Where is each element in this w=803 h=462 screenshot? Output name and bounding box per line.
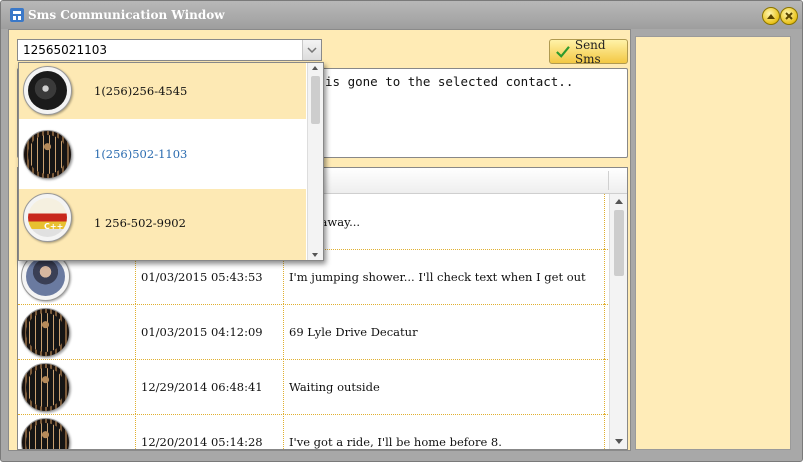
list-item[interactable]: 1(256)502-1103 — [19, 119, 306, 189]
chevron-up-icon — [767, 14, 775, 19]
piano-keys-avatar — [21, 308, 70, 357]
message-cell: mins away... — [284, 194, 605, 249]
grid-scrollbar[interactable] — [609, 194, 627, 449]
date-cell: 12/20/2014 05:14:28 — [136, 414, 284, 449]
date-cell: 01/03/2015 04:12:09 — [136, 304, 284, 359]
avatar-cell — [18, 304, 136, 359]
close-icon — [785, 12, 793, 20]
contact-number: 1(256)256-4545 — [94, 84, 188, 98]
table-row[interactable]: 12/29/2014 06:48:41 Waiting outside — [18, 359, 608, 415]
message-date: 12/20/2014 05:14:28 — [141, 435, 263, 449]
message-body: Waiting outside — [289, 380, 380, 394]
recipient-input[interactable]: 12565021103 — [23, 43, 107, 57]
date-cell: 12/29/2014 06:48:41 — [136, 359, 284, 414]
dropdown-scrollbar[interactable] — [307, 63, 323, 260]
message-body: 69 Lyle Drive Decatur — [289, 325, 418, 339]
message-cell: I'm jumping shower... I'll check text wh… — [284, 249, 605, 304]
message-date: 01/03/2015 04:12:09 — [141, 325, 263, 339]
send-sms-label: Send Sms — [574, 37, 606, 66]
title-bar[interactable]: Sms Communication Window — [1, 1, 802, 29]
cpp-book-text: C++ — [44, 222, 64, 231]
recipient-combobox[interactable]: 12565021103 — [17, 39, 322, 61]
send-sms-button[interactable]: Send Sms — [549, 37, 628, 66]
minimize-button[interactable] — [762, 7, 780, 25]
contact-number: 1(256)502-1103 — [94, 147, 188, 161]
message-body: I'm jumping shower... I'll check text wh… — [289, 270, 586, 284]
message-date: 01/03/2015 05:43:53 — [141, 270, 263, 284]
cpp-book-avatar: C++ — [23, 193, 72, 242]
avatar-cell — [18, 359, 136, 414]
message-cell: 69 Lyle Drive Decatur — [284, 304, 605, 359]
close-button[interactable] — [780, 7, 798, 25]
message-text: is gone to the selected contact.. — [325, 74, 574, 89]
scroll-down-arrow-icon[interactable] — [312, 253, 318, 257]
compose-panel: is gone to the selected contact.. Send S… — [8, 29, 631, 451]
checkmark-icon — [556, 45, 570, 58]
table-row[interactable]: 01/03/2015 04:12:09 69 Lyle Drive Decatu… — [18, 304, 608, 360]
list-item[interactable]: 1(256)256-4545 — [19, 63, 306, 119]
scroll-up-arrow-icon[interactable] — [615, 199, 623, 204]
contact-number: 1 256-502-9902 — [94, 216, 186, 230]
piano-keys-avatar — [21, 418, 70, 449]
message-cell: Waiting outside — [284, 359, 605, 414]
combobox-dropdown-button[interactable] — [302, 40, 321, 60]
scroll-down-arrow-icon[interactable] — [615, 439, 623, 444]
scroll-thumb[interactable] — [614, 210, 624, 276]
avatar-cell — [18, 414, 136, 449]
piano-keys-avatar — [21, 363, 70, 412]
window-title: Sms Communication Window — [28, 8, 225, 22]
app-icon — [10, 8, 24, 22]
scroll-thumb[interactable] — [311, 76, 320, 124]
list-item[interactable]: C++ 1 256-502-9902 — [19, 189, 306, 260]
sms-window: Sms Communication Window is gone to the … — [0, 0, 803, 462]
message-body: I've got a ride, I'll be home before 8. — [289, 435, 502, 449]
contact-details-panel — [635, 36, 791, 450]
chevron-down-icon — [307, 47, 317, 53]
contact-dropdown-list: 1(256)256-4545 1(256)502-1103 C++ 1 256-… — [18, 62, 324, 261]
piano-keys-avatar — [23, 130, 72, 179]
message-date: 12/29/2014 06:48:41 — [141, 380, 263, 394]
message-cell: I've got a ride, I'll be home before 8. — [284, 414, 605, 449]
client-area: is gone to the selected contact.. Send S… — [8, 29, 795, 453]
camera-photo-avatar — [23, 66, 72, 115]
scroll-up-arrow-icon[interactable] — [312, 66, 318, 70]
table-row[interactable]: 12/20/2014 05:14:28 I've got a ride, I'l… — [18, 414, 608, 449]
header-separator — [608, 171, 609, 190]
